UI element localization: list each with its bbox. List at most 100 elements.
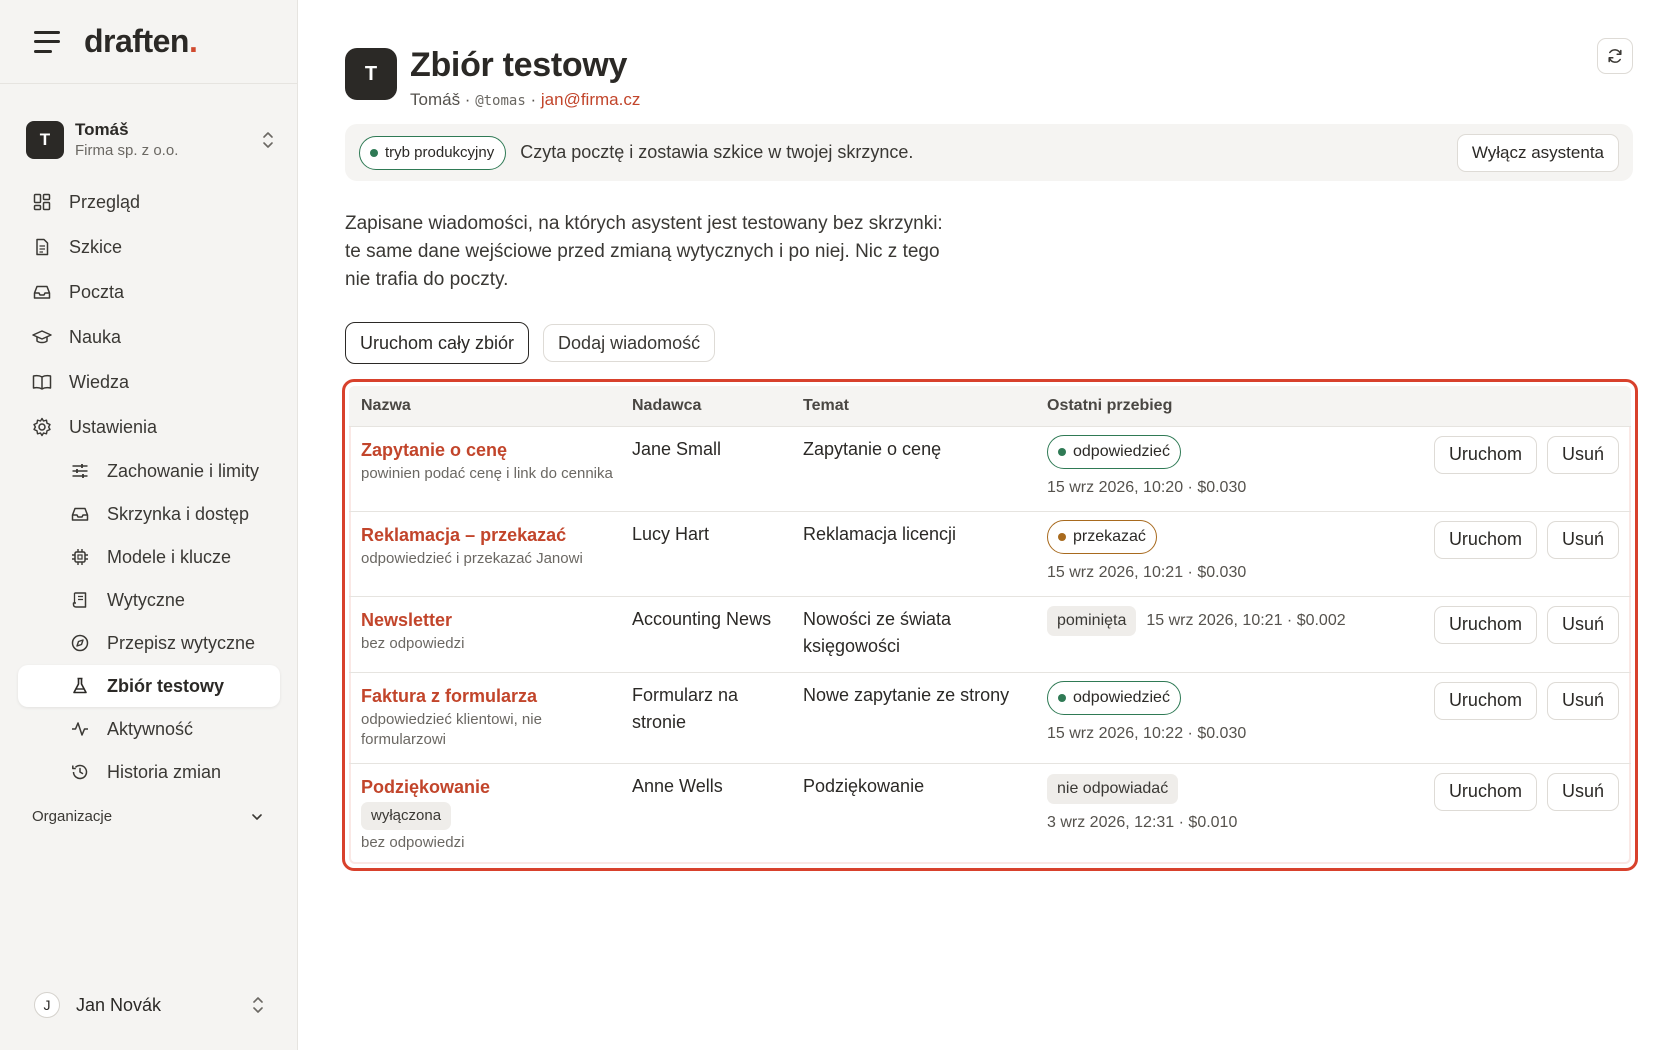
nav-settings-label: Ustawienia [69, 416, 158, 437]
sender-cell: Accounting News [620, 596, 791, 673]
inbox-icon [32, 282, 52, 302]
nav-mail[interactable]: Poczta [18, 270, 280, 314]
mode-banner: tryb produkcyjny Czyta pocztę i zostawia… [345, 124, 1633, 181]
subject-cell: Reklamacja licencji [791, 511, 1035, 597]
separator: · [460, 90, 476, 109]
status-badge: nie odpowiadać [1047, 773, 1179, 804]
subject-cell: Nowe zapytanie ze strony [791, 672, 1035, 764]
disable-assistant-button[interactable]: Wyłącz asystenta [1456, 133, 1619, 172]
cpu-icon [70, 547, 90, 567]
delete-button[interactable]: Usuń [1546, 605, 1619, 644]
mode-badge: tryb produkcyjny [359, 135, 507, 170]
history-icon [70, 762, 90, 782]
disabled-tag: wyłączona [361, 801, 452, 830]
description-line: Zapisane wiadomości, na których asystent… [345, 213, 943, 234]
main-nav: Przegląd Szkice Poczta Nauka Wiedza Usta… [18, 180, 280, 794]
description-line: nie trafia do poczty. [345, 269, 509, 290]
page-description: Zapisane wiadomości, na których asystent… [345, 210, 985, 294]
nav-history[interactable]: Historia zmian [18, 751, 280, 793]
table-header-row: Nazwa Nadawca Temat Ostatni przebieg [349, 386, 1631, 427]
test-name-link[interactable]: Newsletter [361, 609, 620, 631]
page-subtitle: Tomáš · @tomas · jan@firma.cz [410, 90, 640, 110]
last-run-meta: 15 wrz 2026, 10:20 · $0.030 [1047, 478, 1247, 496]
test-expectation: powinien podać cenę i link do cennika [361, 464, 613, 482]
nav-mailbox[interactable]: Skrzynka i dostęp [18, 493, 280, 535]
compass-icon [70, 633, 90, 653]
organizations-toggle[interactable]: Organizacje [32, 808, 264, 825]
test-name-link[interactable]: Zapytanie o cenę [361, 439, 620, 461]
nav-models-label: Modele i klucze [107, 546, 232, 567]
nav-knowledge[interactable]: Wiedza [18, 360, 280, 404]
table-row: Podziękowanie wyłączona bez odpowiedzi A… [349, 763, 1631, 864]
table-row: Zapytanie o cenę powinien podać cenę i l… [349, 426, 1631, 512]
owner-email[interactable]: jan@firma.cz [541, 90, 640, 109]
delete-button[interactable]: Usuń [1546, 435, 1619, 474]
test-name-link[interactable]: Reklamacja – przekazać [361, 524, 620, 546]
delete-button[interactable]: Usuń [1546, 520, 1619, 559]
run-button[interactable]: Uruchom [1433, 435, 1537, 474]
nav-behavior[interactable]: Zachowanie i limity [18, 450, 280, 492]
delete-button[interactable]: Usuń [1546, 772, 1619, 811]
refresh-icon [1608, 49, 1622, 63]
status-label: przekazać [1073, 527, 1146, 545]
subject-cell: Podziękowanie [803, 775, 925, 796]
column-header-last-run[interactable]: Ostatni przebieg [1035, 386, 1345, 427]
nav-learning-label: Nauka [69, 326, 122, 347]
test-name-link[interactable]: Faktura z formularza [361, 685, 620, 707]
nav-learning[interactable]: Nauka [18, 315, 280, 359]
testset-table-highlight: Nazwa Nadawca Temat Ostatni przebieg Zap… [342, 379, 1638, 871]
nav-activity-label: Aktywność [107, 718, 194, 739]
chevron-down-icon [252, 813, 262, 820]
run-button[interactable]: Uruchom [1433, 772, 1537, 811]
column-header-sender[interactable]: Nadawca [620, 386, 791, 427]
logo[interactable]: draften. [84, 23, 204, 60]
nav-settings[interactable]: Ustawienia [18, 405, 280, 449]
chevron-updown-icon [253, 997, 263, 1013]
nav-overview[interactable]: Przegląd [18, 180, 280, 224]
run-all-button[interactable]: Uruchom cały zbiór [345, 322, 530, 364]
user-menu[interactable]: J Jan Novák [34, 992, 266, 1018]
refresh-button[interactable] [1597, 38, 1633, 74]
status-badge: odpowiedzieć [1047, 434, 1181, 469]
description-line: te same dane wejściowe przed zmianą wyty… [345, 241, 940, 262]
nav-activity[interactable]: Aktywność [18, 708, 280, 750]
status-dot [1058, 693, 1066, 702]
status-label: odpowiedzieć [1073, 442, 1170, 460]
column-header-name[interactable]: Nazwa [349, 386, 620, 427]
status-dot [1058, 532, 1066, 541]
test-name-link[interactable]: Podziękowanie [361, 776, 620, 798]
run-button[interactable]: Uruchom [1433, 520, 1537, 559]
nav-behavior-label: Zachowanie i limity [107, 460, 260, 481]
column-header-subject[interactable]: Temat [791, 386, 1035, 427]
brand-bar: draften. [0, 0, 297, 84]
page-avatar: T [345, 48, 397, 100]
nav-guidelines-label: Wytyczne [107, 589, 185, 610]
status-dot [370, 148, 378, 157]
add-message-button[interactable]: Dodaj wiadomość [543, 324, 716, 362]
testset-table: Nazwa Nadawca Temat Ostatni przebieg Zap… [349, 386, 1631, 864]
account-switcher[interactable]: T Tomáš Firma sp. z o.o. [26, 114, 276, 166]
run-button[interactable]: Uruchom [1433, 605, 1537, 644]
last-run-meta: 15 wrz 2026, 10:21 · $0.030 [1047, 563, 1247, 581]
chevron-updown-icon [263, 132, 273, 148]
nav-drafts[interactable]: Szkice [18, 225, 280, 269]
nav-knowledge-label: Wiedza [69, 371, 130, 392]
inbox-icon [70, 504, 90, 524]
page-header: T Zbiór testowy Tomáš · @tomas · jan@fir… [345, 46, 640, 110]
nav-guidelines[interactable]: Wytyczne [18, 579, 280, 621]
nav-mailbox-label: Skrzynka i dostęp [107, 503, 250, 524]
delete-button[interactable]: Usuń [1546, 681, 1619, 720]
menu-icon[interactable] [34, 30, 60, 53]
grid-icon [32, 192, 52, 212]
status-badge: odpowiedzieć [1047, 680, 1181, 715]
last-run-meta: 15 wrz 2026, 10:21 · $0.002 [1146, 611, 1346, 629]
nav-rewrite[interactable]: Przepisz wytyczne [18, 622, 280, 664]
run-button[interactable]: Uruchom [1433, 681, 1537, 720]
nav-testset[interactable]: Zbiór testowy [18, 665, 280, 707]
separator: · [525, 90, 541, 109]
nav-models[interactable]: Modele i klucze [18, 536, 280, 578]
sender-cell: Jane Small [620, 426, 791, 512]
table-row: Faktura z formularza odpowiedzieć klient… [349, 672, 1631, 764]
last-run-meta: 3 wrz 2026, 12:31 · $0.010 [1047, 813, 1238, 831]
nav-drafts-label: Szkice [69, 236, 123, 257]
